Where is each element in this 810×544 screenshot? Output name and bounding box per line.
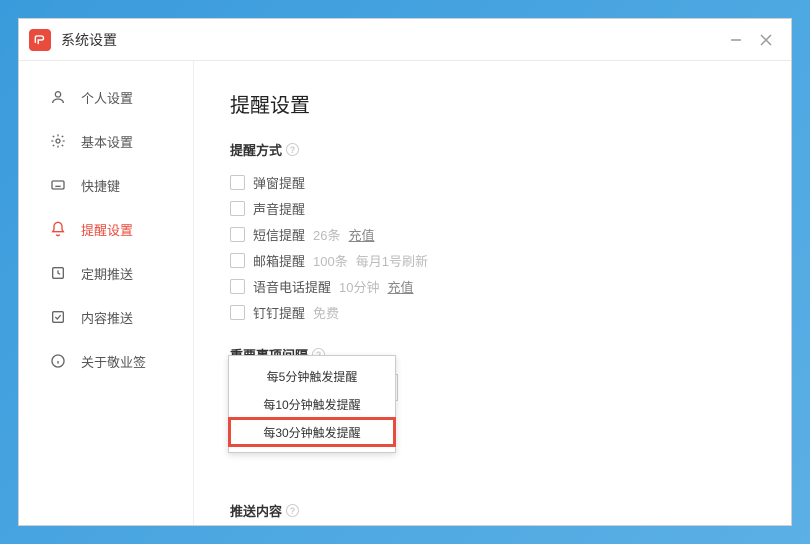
checkbox-row-dingtalk[interactable]: 钉钉提醒 免费 (230, 299, 755, 325)
dropdown-option-selected[interactable]: 每30分钟触发提醒 (229, 418, 395, 446)
section-push-content: 推送内容 ? (230, 501, 755, 520)
checkbox-row-popup[interactable]: 弹窗提醒 (230, 169, 755, 195)
dropdown-option[interactable]: 每5分钟触发提醒 (229, 362, 395, 390)
help-icon[interactable]: ? (286, 143, 299, 156)
checkbox[interactable] (230, 305, 245, 320)
send-icon (49, 308, 67, 326)
voice-duration: 10分钟 (339, 277, 379, 296)
sidebar-item-reminder[interactable]: 提醒设置 (19, 207, 193, 251)
checkbox-row-mail[interactable]: 邮箱提醒 100条 每月1号刷新 (230, 247, 755, 273)
sidebar-item-label: 基本设置 (81, 132, 133, 151)
app-icon (29, 29, 51, 51)
sidebar-item-label: 关于敬业签 (81, 352, 146, 371)
settings-window: 系统设置 个人设置 基本设置 快捷键 提醒设置 (18, 18, 792, 526)
sidebar-item-basic[interactable]: 基本设置 (19, 119, 193, 163)
clock-icon (49, 264, 67, 282)
voice-recharge-link[interactable]: 充值 (387, 277, 413, 296)
mail-refresh-note: 每月1号刷新 (356, 251, 428, 270)
checkbox-row-sound[interactable]: 声音提醒 (230, 195, 755, 221)
help-icon[interactable]: ? (286, 504, 299, 517)
checkbox-row-sms[interactable]: 短信提醒 26条 充值 (230, 221, 755, 247)
checkbox[interactable] (230, 253, 245, 268)
sms-recharge-link[interactable]: 充值 (348, 225, 374, 244)
sms-count: 26条 (313, 225, 340, 244)
checkbox-row-voice[interactable]: 语音电话提醒 10分钟 充值 (230, 273, 755, 299)
minimize-button[interactable] (721, 25, 751, 55)
ding-free-note: 免费 (313, 303, 339, 322)
bell-icon (49, 220, 67, 238)
page-title: 提醒设置 (230, 89, 755, 118)
checkbox-label: 语音电话提醒 (253, 277, 331, 296)
sidebar-item-label: 提醒设置 (81, 220, 133, 239)
checkbox-label: 钉钉提醒 (253, 303, 305, 322)
sidebar-item-label: 个人设置 (81, 88, 133, 107)
window-body: 个人设置 基本设置 快捷键 提醒设置 定期推送 内容推送 (19, 61, 791, 525)
gear-icon (49, 132, 67, 150)
sidebar-item-content-push[interactable]: 内容推送 (19, 295, 193, 339)
sidebar-item-label: 内容推送 (81, 308, 133, 327)
checkbox-label: 弹窗提醒 (253, 173, 305, 192)
dropdown-option[interactable]: 每10分钟触发提醒 (229, 390, 395, 418)
window-title: 系统设置 (61, 30, 721, 50)
sidebar-item-shortcut[interactable]: 快捷键 (19, 163, 193, 207)
person-icon (49, 88, 67, 106)
sidebar-item-personal[interactable]: 个人设置 (19, 75, 193, 119)
checkbox-label: 声音提醒 (253, 199, 305, 218)
checkbox[interactable] (230, 175, 245, 190)
close-button[interactable] (751, 25, 781, 55)
checkbox-label: 邮箱提醒 (253, 251, 305, 270)
titlebar: 系统设置 (19, 19, 791, 61)
checkbox[interactable] (230, 279, 245, 294)
mail-count: 100条 (313, 251, 348, 270)
sidebar-item-label: 定期推送 (81, 264, 133, 283)
sidebar-item-schedule[interactable]: 定期推送 (19, 251, 193, 295)
interval-dropdown: 每5分钟触发提醒 每10分钟触发提醒 每30分钟触发提醒 (228, 355, 396, 453)
checkbox[interactable] (230, 201, 245, 216)
keyboard-icon (49, 176, 67, 194)
info-icon (49, 352, 67, 370)
section-reminder-method: 提醒方式 ? (230, 140, 755, 159)
sidebar-item-label: 快捷键 (81, 176, 120, 195)
sidebar: 个人设置 基本设置 快捷键 提醒设置 定期推送 内容推送 (19, 61, 194, 525)
checkbox-label: 短信提醒 (253, 225, 305, 244)
checkbox[interactable] (230, 227, 245, 242)
sidebar-item-about[interactable]: 关于敬业签 (19, 339, 193, 383)
content-area: 提醒设置 提醒方式 ? 弹窗提醒 声音提醒 短信提醒 26条 充值 邮 (194, 61, 791, 525)
